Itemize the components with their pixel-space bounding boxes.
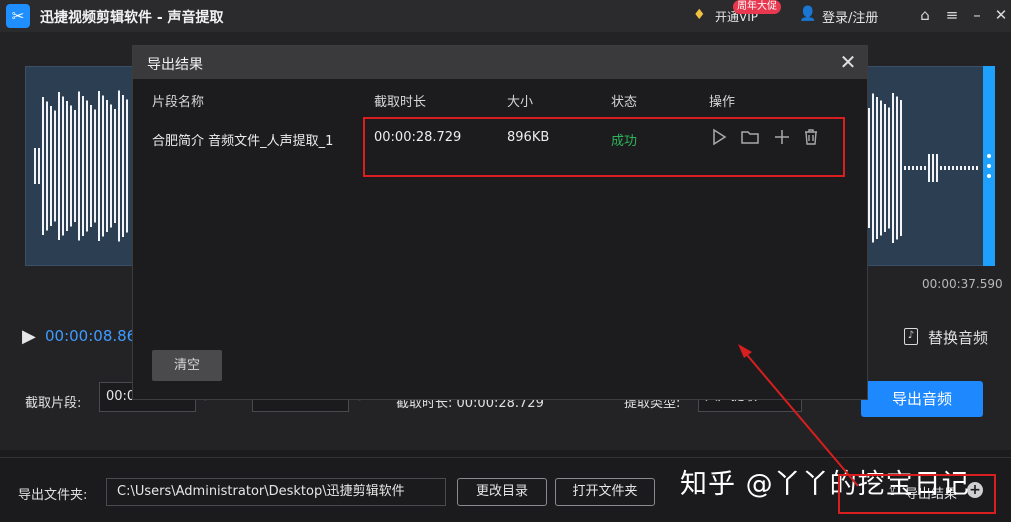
waveform-bar [892,93,894,243]
selection-handle[interactable] [983,66,995,266]
waveform-bar [960,166,962,170]
play-icon[interactable]: ▶ [22,326,36,347]
waveform-bar [98,91,100,241]
waveform-bar [900,100,902,236]
col-header-duration: 截取时长 [374,95,427,110]
waveform-bar [106,100,108,232]
waveform-bar [904,166,906,170]
waveform-bar [74,110,76,222]
title-bar: ✂ 迅捷视频剪辑软件 - 声音提取 ♦ 开通VIP 周年大促 👤 登录/注册 ⌂… [0,0,1011,32]
waveform-bar [908,166,910,170]
waveform-bar [868,108,870,228]
dialog-header: 导出结果 ✕ [133,46,867,79]
waveform-bar [58,92,60,240]
annotation-box-export-result [838,474,996,514]
waveform-bar [66,101,68,231]
replace-audio-label: 替换音频 [928,329,989,347]
waveform-bar [62,96,64,236]
user-icon[interactable]: 👤 [799,6,816,22]
waveform-bar [34,148,36,184]
waveform-bar [110,104,112,228]
waveform-bar [948,166,950,170]
waveform-bar [42,97,44,235]
promo-badge: 周年大促 [733,0,781,14]
waveform-bar [126,99,128,233]
waveform-bar [972,166,974,170]
waveform-bar [78,91,80,241]
waveform-bar [38,148,40,184]
waveform-bar [940,166,942,170]
waveform-bar [888,107,890,229]
waveform-bar [114,109,116,223]
waveform-bar [880,100,882,236]
annotation-box-row [363,117,845,177]
waveform-bar [90,105,92,227]
menu-icon[interactable]: ≡ [941,4,963,26]
export-folder-label: 导出文件夹: [18,488,88,503]
waveform-bar [928,154,930,182]
waveform-bar [54,110,56,222]
waveform-bar [94,109,96,223]
waveform-bar [920,166,922,170]
waveform-bar [944,166,946,170]
waveform-bar [976,166,978,170]
close-icon[interactable]: ✕ [836,50,860,74]
col-header-name: 片段名称 [152,95,205,110]
home-icon[interactable]: ⌂ [914,4,936,26]
waveform-bar [952,166,954,170]
waveform-bar [968,166,970,170]
waveform-right-bars [868,93,978,243]
waveform-bar [82,96,84,236]
app-logo-icon: ✂ [6,4,30,28]
waveform-bar [122,95,124,237]
waveform-bar [118,90,120,242]
waveform-bar [896,96,898,240]
row-name: 合肥简介 音频文件_人声提取_1 [152,134,334,149]
music-file-icon: ♪ [904,328,918,345]
waveform-bar [46,101,48,231]
waveform-left-bars [34,90,128,242]
waveform-bar [912,166,914,170]
end-time-label: 00:00:37.590 [922,277,1003,291]
dialog-title: 导出结果 [147,57,203,73]
clip-label: 截取片段: [25,396,82,411]
minimize-icon[interactable]: – [966,4,988,26]
waveform-bar [50,106,52,226]
current-time: 00:00:08.86 [45,327,137,345]
col-header-status: 状态 [611,95,638,110]
waveform-bar [924,166,926,170]
login-link[interactable]: 登录/注册 [822,7,878,26]
waveform-bar [916,166,918,170]
export-audio-button[interactable]: 导出音频 [861,381,983,417]
export-result-dialog: 导出结果 ✕ 片段名称 截取时长 大小 状态 操作 合肥简介 音频文件_人声提取… [132,45,868,400]
col-header-actions: 操作 [709,95,736,110]
open-folder-button[interactable]: 打开文件夹 [555,478,655,506]
waveform-bar [936,154,938,182]
window-close-icon[interactable]: ✕ [990,4,1011,26]
col-header-size: 大小 [507,95,534,110]
export-folder-input[interactable]: C:\Users\Administrator\Desktop\迅捷剪辑软件 [106,478,446,506]
change-directory-button[interactable]: 更改目录 [457,478,547,506]
waveform-bar [876,97,878,239]
waveform-bar [932,154,934,182]
waveform-bar [86,100,88,232]
diamond-icon: ♦ [693,7,706,23]
waveform-bar [884,104,886,232]
waveform-bar [102,95,104,237]
waveform-bar [872,93,874,243]
waveform-bar [964,166,966,170]
app-title: 迅捷视频剪辑软件 - 声音提取 [40,10,224,26]
waveform-bar [956,166,958,170]
clear-button[interactable]: 清空 [152,350,222,381]
waveform-bar [70,105,72,227]
